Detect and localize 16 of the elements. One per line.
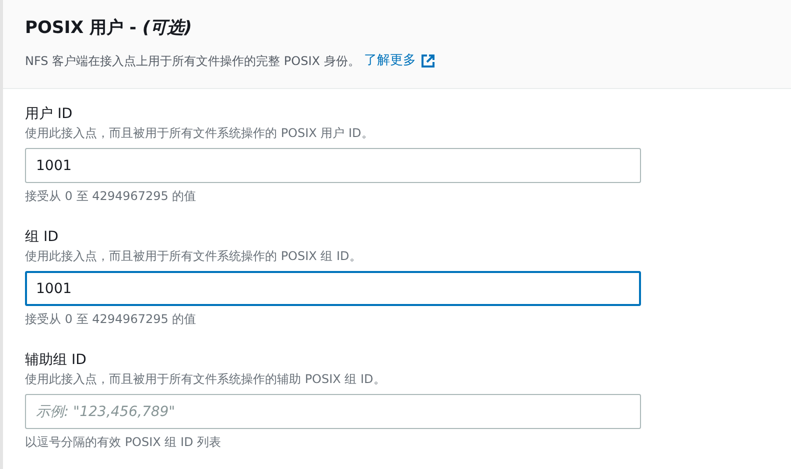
input-field[interactable]: 1001 — [25, 148, 641, 183]
field-constraint: 以逗号分隔的有效 POSIX 组 ID 列表 — [25, 434, 222, 450]
field-label: 用户 ID — [25, 105, 74, 123]
field-label: 辅助组 ID — [25, 351, 88, 369]
field-constraint: 接受从 0 至 4294967295 的值 — [25, 311, 198, 327]
input-field[interactable]: 1001 — [25, 271, 641, 306]
input-field[interactable]: 示例: "123,456,789" — [25, 394, 641, 429]
learn-more-link[interactable]: 了解更多 — [364, 51, 435, 70]
section-title: POSIX 用户 - (可选) — [25, 17, 193, 40]
field-constraint: 接受从 0 至 4294967295 的值 — [25, 188, 198, 204]
section-description: NFS 客户端在接入点上用于所有文件操作的完整 POSIX 身份。 — [25, 52, 360, 70]
external-link-icon — [420, 54, 435, 68]
field-description: 使用此接入点，而且被用于所有文件系统操作的辅助 POSIX 组 ID。 — [25, 371, 386, 387]
field-description: 使用此接入点，而且被用于所有文件系统操作的 POSIX 用户 ID。 — [25, 125, 374, 141]
field-label: 组 ID — [25, 228, 60, 246]
field-description: 使用此接入点，而且被用于所有文件系统操作的 POSIX 组 ID。 — [25, 248, 362, 264]
